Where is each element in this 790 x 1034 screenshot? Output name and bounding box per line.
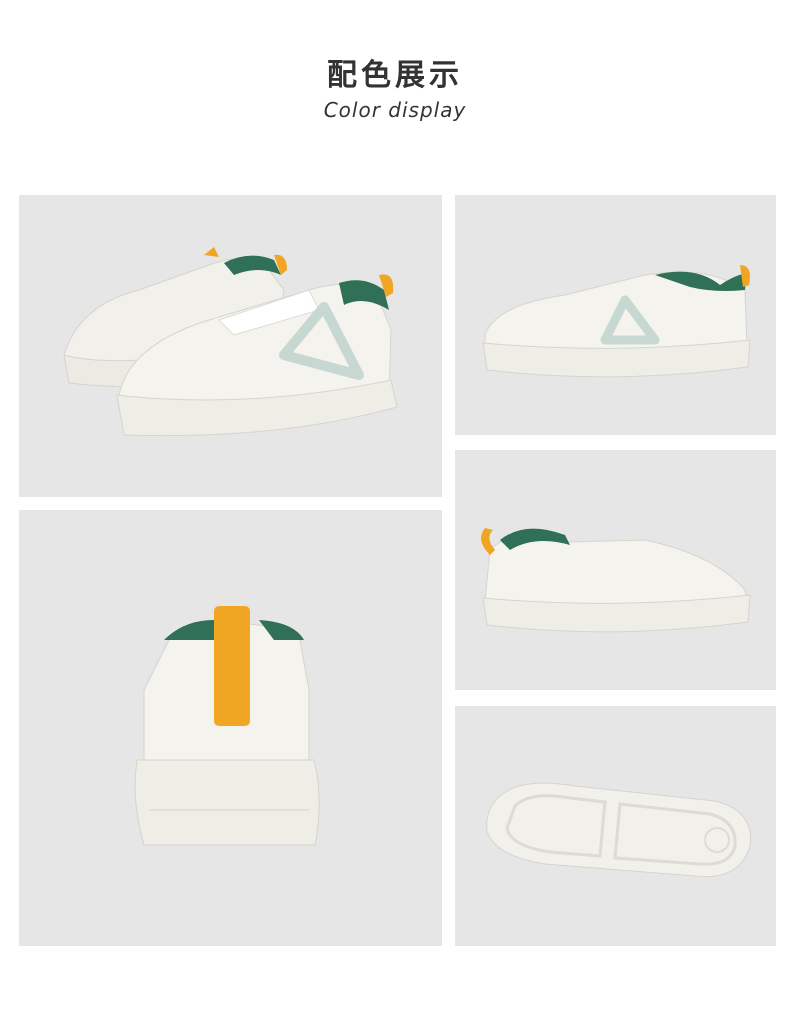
photo-pair-three-quarter-view: [19, 195, 442, 497]
photo-outsole-bottom-view: [455, 706, 776, 946]
shoe-inner-side-image: [481, 528, 751, 633]
photo-outer-side-view: [455, 195, 776, 435]
section-subtitle: Color display: [323, 98, 467, 122]
photo-inner-side-view: [455, 450, 776, 690]
section-title: 配色展示: [327, 58, 463, 93]
shoe-outsole-image: [486, 782, 752, 878]
photo-heel-back-view: [19, 510, 442, 946]
shoe-side-image: [482, 265, 751, 378]
shoe-heel-image: [134, 606, 320, 846]
